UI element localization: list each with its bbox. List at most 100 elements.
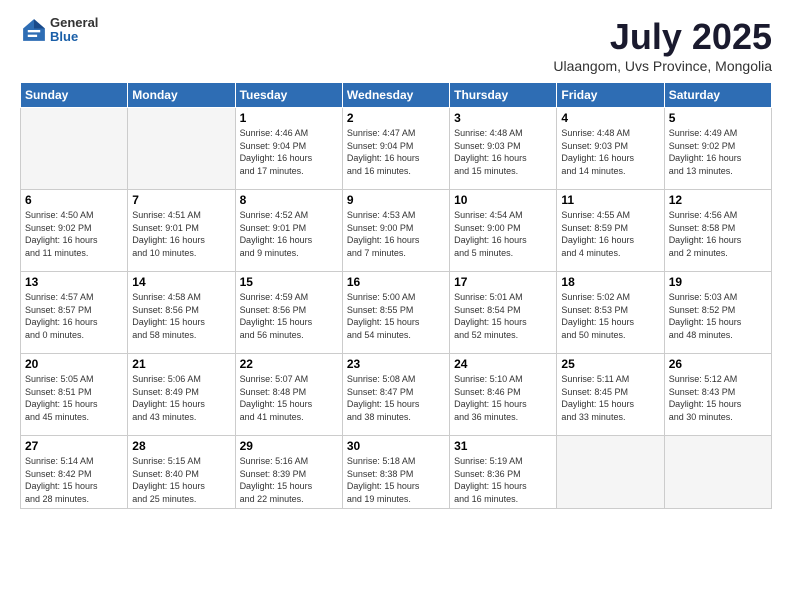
- table-row: 23 Sunrise: 5:08 AM Sunset: 8:47 PM Dayli…: [342, 354, 449, 436]
- day-number: 17: [454, 275, 552, 289]
- table-row: 12 Sunrise: 4:56 AM Sunset: 8:58 PM Dayli…: [664, 190, 771, 272]
- day-info: Sunrise: 4:58 AM Sunset: 8:56 PM Dayligh…: [132, 291, 230, 341]
- day-info: Sunrise: 4:54 AM Sunset: 9:00 PM Dayligh…: [454, 209, 552, 259]
- table-row: 5 Sunrise: 4:49 AM Sunset: 9:02 PM Daylig…: [664, 108, 771, 190]
- day-number: 20: [25, 357, 123, 371]
- day-info: Sunrise: 4:52 AM Sunset: 9:01 PM Dayligh…: [240, 209, 338, 259]
- day-number: 23: [347, 357, 445, 371]
- table-row: 18 Sunrise: 5:02 AM Sunset: 8:53 PM Dayli…: [557, 272, 664, 354]
- table-row: 4 Sunrise: 4:48 AM Sunset: 9:03 PM Daylig…: [557, 108, 664, 190]
- table-row: 22Sunrise: 5:07 AM Sunset: 8:48 PM Dayli…: [235, 354, 342, 436]
- subtitle: Ulaangom, Uvs Province, Mongolia: [553, 58, 772, 74]
- day-info: Sunrise: 4:46 AM Sunset: 9:04 PM Dayligh…: [240, 127, 338, 177]
- day-number: 22: [240, 357, 338, 371]
- day-info: Sunrise: 5:08 AM Sunset: 8:47 PM Dayligh…: [347, 373, 445, 423]
- main-title: July 2025: [553, 16, 772, 58]
- day-info: Sunrise: 5:18 AM Sunset: 8:38 PM Dayligh…: [347, 455, 445, 505]
- day-info: Sunrise: 5:10 AM Sunset: 8:46 PM Dayligh…: [454, 373, 552, 423]
- table-row: 10 Sunrise: 4:54 AM Sunset: 9:00 PM Dayli…: [450, 190, 557, 272]
- day-info: Sunrise: 5:12 AM Sunset: 8:43 PM Dayligh…: [669, 373, 767, 423]
- day-number: 24: [454, 357, 552, 371]
- day-number: 31: [454, 439, 552, 453]
- day-number: 4: [561, 111, 659, 125]
- table-row: 28 Sunrise: 5:15 AM Sunset: 8:40 PM Dayli…: [128, 436, 235, 509]
- day-info: Sunrise: 4:48 AM Sunset: 9:03 PM Dayligh…: [454, 127, 552, 177]
- day-number: 6: [25, 193, 123, 207]
- day-number: 25: [561, 357, 659, 371]
- day-number: 19: [669, 275, 767, 289]
- table-row: 20 Sunrise: 5:05 AM Sunset: 8:51 PM Dayli…: [21, 354, 128, 436]
- day-number: 29: [240, 439, 338, 453]
- table-row: [128, 108, 235, 190]
- table-row: [664, 436, 771, 509]
- table-row: 27 Sunrise: 5:14 AM Sunset: 8:42 PM Dayli…: [21, 436, 128, 509]
- day-info: Sunrise: 5:15 AM Sunset: 8:40 PM Dayligh…: [132, 455, 230, 505]
- day-number: 26: [669, 357, 767, 371]
- day-info: Sunrise: 4:49 AM Sunset: 9:02 PM Dayligh…: [669, 127, 767, 177]
- table-row: 19 Sunrise: 5:03 AM Sunset: 8:52 PM Dayli…: [664, 272, 771, 354]
- table-row: 31 Sunrise: 5:19 AM Sunset: 8:36 PM Dayli…: [450, 436, 557, 509]
- logo-general-text: General: [50, 16, 98, 30]
- table-row: 11 Sunrise: 4:55 AM Sunset: 8:59 PM Dayli…: [557, 190, 664, 272]
- day-number: 18: [561, 275, 659, 289]
- day-number: 5: [669, 111, 767, 125]
- day-info: Sunrise: 5:19 AM Sunset: 8:36 PM Dayligh…: [454, 455, 552, 505]
- day-number: 14: [132, 275, 230, 289]
- table-row: 2Sunrise: 4:47 AM Sunset: 9:04 PM Daylig…: [342, 108, 449, 190]
- day-info: Sunrise: 5:05 AM Sunset: 8:51 PM Dayligh…: [25, 373, 123, 423]
- day-number: 28: [132, 439, 230, 453]
- day-info: Sunrise: 5:16 AM Sunset: 8:39 PM Dayligh…: [240, 455, 338, 505]
- day-number: 30: [347, 439, 445, 453]
- title-block: July 2025 Ulaangom, Uvs Province, Mongol…: [553, 16, 772, 74]
- day-number: 27: [25, 439, 123, 453]
- table-row: 17 Sunrise: 5:01 AM Sunset: 8:54 PM Dayli…: [450, 272, 557, 354]
- table-row: 26 Sunrise: 5:12 AM Sunset: 8:43 PM Dayli…: [664, 354, 771, 436]
- day-info: Sunrise: 5:01 AM Sunset: 8:54 PM Dayligh…: [454, 291, 552, 341]
- day-info: Sunrise: 5:14 AM Sunset: 8:42 PM Dayligh…: [25, 455, 123, 505]
- day-number: 1: [240, 111, 338, 125]
- day-info: Sunrise: 5:02 AM Sunset: 8:53 PM Dayligh…: [561, 291, 659, 341]
- table-row: [557, 436, 664, 509]
- day-number: 21: [132, 357, 230, 371]
- day-number: 16: [347, 275, 445, 289]
- day-number: 12: [669, 193, 767, 207]
- day-info: Sunrise: 4:50 AM Sunset: 9:02 PM Dayligh…: [25, 209, 123, 259]
- col-sunday: Sunday: [21, 83, 128, 108]
- header: General Blue July 2025 Ulaangom, Uvs Pro…: [20, 16, 772, 74]
- day-info: Sunrise: 4:56 AM Sunset: 8:58 PM Dayligh…: [669, 209, 767, 259]
- col-wednesday: Wednesday: [342, 83, 449, 108]
- col-tuesday: Tuesday: [235, 83, 342, 108]
- day-number: 7: [132, 193, 230, 207]
- day-number: 13: [25, 275, 123, 289]
- day-number: 15: [240, 275, 338, 289]
- col-friday: Friday: [557, 83, 664, 108]
- table-row: 3Sunrise: 4:48 AM Sunset: 9:03 PM Daylig…: [450, 108, 557, 190]
- day-info: Sunrise: 5:06 AM Sunset: 8:49 PM Dayligh…: [132, 373, 230, 423]
- col-thursday: Thursday: [450, 83, 557, 108]
- day-info: Sunrise: 4:47 AM Sunset: 9:04 PM Dayligh…: [347, 127, 445, 177]
- logo: General Blue: [20, 16, 98, 45]
- table-row: 7 Sunrise: 4:51 AM Sunset: 9:01 PM Daylig…: [128, 190, 235, 272]
- day-info: Sunrise: 5:00 AM Sunset: 8:55 PM Dayligh…: [347, 291, 445, 341]
- day-number: 10: [454, 193, 552, 207]
- col-monday: Monday: [128, 83, 235, 108]
- day-info: Sunrise: 4:48 AM Sunset: 9:03 PM Dayligh…: [561, 127, 659, 177]
- day-info: Sunrise: 4:55 AM Sunset: 8:59 PM Dayligh…: [561, 209, 659, 259]
- table-row: 30 Sunrise: 5:18 AM Sunset: 8:38 PM Dayli…: [342, 436, 449, 509]
- day-info: Sunrise: 4:51 AM Sunset: 9:01 PM Dayligh…: [132, 209, 230, 259]
- table-row: 25Sunrise: 5:11 AM Sunset: 8:45 PM Dayli…: [557, 354, 664, 436]
- logo-icon: [20, 16, 48, 44]
- table-row: 29 Sunrise: 5:16 AM Sunset: 8:39 PM Dayli…: [235, 436, 342, 509]
- col-saturday: Saturday: [664, 83, 771, 108]
- day-info: Sunrise: 4:57 AM Sunset: 8:57 PM Dayligh…: [25, 291, 123, 341]
- table-row: 1 Sunrise: 4:46 AM Sunset: 9:04 PM Daylig…: [235, 108, 342, 190]
- table-row: 14 Sunrise: 4:58 AM Sunset: 8:56 PM Dayli…: [128, 272, 235, 354]
- table-row: 6 Sunrise: 4:50 AM Sunset: 9:02 PM Daylig…: [21, 190, 128, 272]
- day-number: 8: [240, 193, 338, 207]
- table-row: 24 Sunrise: 5:10 AM Sunset: 8:46 PM Dayli…: [450, 354, 557, 436]
- logo-blue-text: Blue: [50, 30, 98, 44]
- table-row: 8 Sunrise: 4:52 AM Sunset: 9:01 PM Daylig…: [235, 190, 342, 272]
- day-number: 11: [561, 193, 659, 207]
- calendar-header-row: Sunday Monday Tuesday Wednesday Thursday…: [21, 83, 772, 108]
- day-info: Sunrise: 5:03 AM Sunset: 8:52 PM Dayligh…: [669, 291, 767, 341]
